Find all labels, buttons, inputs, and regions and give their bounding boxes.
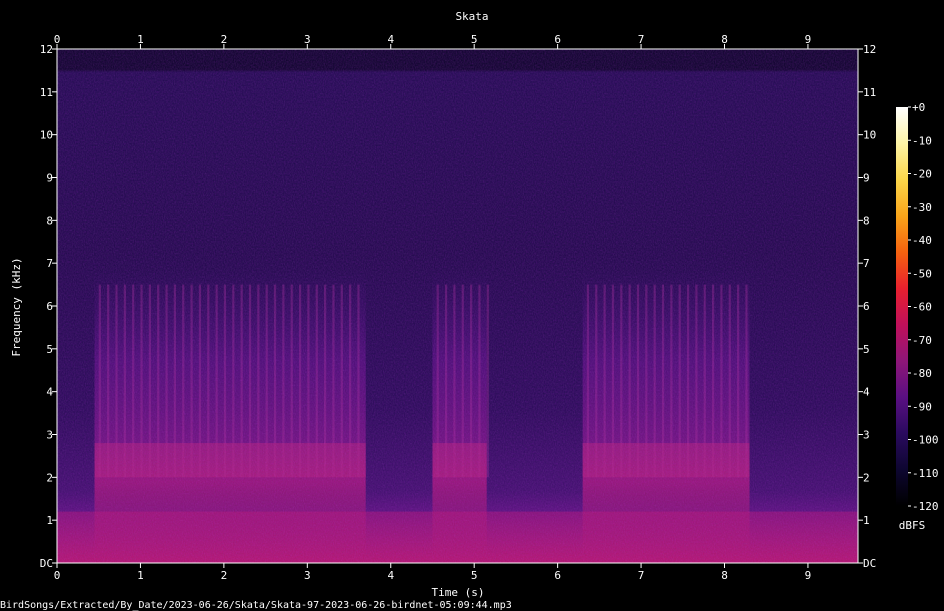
y-tick-label-right: 12 xyxy=(863,43,876,56)
x-tick-label-bottom: 1 xyxy=(137,569,144,582)
colorbar-tick-label: -30 xyxy=(912,201,932,214)
x-axis-bottom: 0 1 2 3 4 5 6 7 8 9 xyxy=(54,563,812,582)
file-path: BirdSongs/Extracted/By_Date/2023-06-26/S… xyxy=(0,600,512,611)
y-tick-label-left: 8 xyxy=(46,214,53,227)
x-tick-label-top: 7 xyxy=(638,33,645,46)
y-tick-label-right: 4 xyxy=(863,386,870,399)
y-tick-label-right: 3 xyxy=(863,429,870,442)
x-tick-label-bottom: 6 xyxy=(554,569,561,582)
y-tick-label-left: DC xyxy=(40,557,53,570)
y-tick-label-left: 3 xyxy=(46,429,53,442)
x-tick-label-top: 6 xyxy=(554,33,561,46)
y-tick-label-right: 10 xyxy=(863,129,876,142)
colorbar-tick-label: +0 xyxy=(912,101,925,114)
spectrogram-noise xyxy=(57,49,858,563)
colorbar-label: dBFS xyxy=(899,519,926,532)
colorbar-tick-label: -60 xyxy=(912,301,932,314)
y-axis-right: DC123456789101112 xyxy=(858,43,876,570)
x-tick-label-bottom: 4 xyxy=(387,569,394,582)
y-tick-label-left: 4 xyxy=(46,386,53,399)
x-tick-label-top: 4 xyxy=(387,33,394,46)
colorbar-tick-label: -90 xyxy=(912,400,932,413)
y-tick-label-right: 6 xyxy=(863,300,870,313)
x-tick-label-bottom: 2 xyxy=(221,569,228,582)
x-tick-label-bottom: 9 xyxy=(805,569,812,582)
colorbar-gradient xyxy=(896,107,908,506)
x-tick-label-top: 5 xyxy=(471,33,478,46)
y-tick-label-right: 1 xyxy=(863,514,870,527)
colorbar-tick-label: -50 xyxy=(912,267,932,280)
x-tick-label-top: 2 xyxy=(221,33,228,46)
x-tick-label-top: 9 xyxy=(805,33,812,46)
colorbar-tick-label: -20 xyxy=(912,168,932,181)
x-axis-top: 0 1 2 3 4 5 6 7 8 9 xyxy=(54,33,812,49)
y-tick-label-left: 10 xyxy=(40,129,53,142)
x-tick-label-bottom: 3 xyxy=(304,569,311,582)
colorbar-tick-label: -40 xyxy=(912,234,932,247)
y-axis-label: Frequency (kHz) xyxy=(10,257,23,356)
x-tick-label-bottom: 7 xyxy=(638,569,645,582)
colorbar-tick-label: -10 xyxy=(912,134,932,147)
y-tick-label-right: 8 xyxy=(863,214,870,227)
y-tick-label-left: 2 xyxy=(46,471,53,484)
colorbar-tick-label: -100 xyxy=(912,434,939,447)
x-tick-label-top: 1 xyxy=(137,33,144,46)
y-tick-label-right: 7 xyxy=(863,257,870,270)
y-tick-label-left: 7 xyxy=(46,257,53,270)
colorbar-tick-label: -120 xyxy=(912,500,939,513)
spectrogram-figure: Skata 0123456789 0123456789 DC1234567891… xyxy=(0,10,939,611)
x-axis-label: Time (s) xyxy=(432,586,485,599)
y-tick-label-left: 5 xyxy=(46,343,53,356)
y-tick-label-right: 11 xyxy=(863,86,876,99)
y-tick-label-right: 2 xyxy=(863,471,870,484)
y-tick-label-right: DC xyxy=(863,557,876,570)
x-tick-label-top: 8 xyxy=(721,33,728,46)
y-tick-label-left: 9 xyxy=(46,172,53,185)
y-tick-label-left: 6 xyxy=(46,300,53,313)
x-tick-label-bottom: 8 xyxy=(721,569,728,582)
y-tick-label-right: 5 xyxy=(863,343,870,356)
x-tick-label-top: 3 xyxy=(304,33,311,46)
colorbar-tick-label: -110 xyxy=(912,467,939,480)
chart-title: Skata xyxy=(455,10,488,23)
y-tick-label-right: 9 xyxy=(863,172,870,185)
y-tick-label-left: 1 xyxy=(46,514,53,527)
colorbar-tick-label: -80 xyxy=(912,367,932,380)
x-tick-label-bottom: 5 xyxy=(471,569,478,582)
colorbar: +0 -10 -20 -30 -40 -50 -60 -70 -80 -90 -100 -110 -12… xyxy=(896,101,939,513)
colorbar-tick-label: -70 xyxy=(912,334,932,347)
y-tick-label-left: 12 xyxy=(40,43,53,56)
x-tick-label-top: 0 xyxy=(54,33,61,46)
x-tick-label-bottom: 0 xyxy=(54,569,61,582)
y-tick-label-left: 11 xyxy=(40,86,53,99)
y-axis-left: DC123456789101112 xyxy=(40,43,57,570)
plot-area xyxy=(57,49,858,563)
